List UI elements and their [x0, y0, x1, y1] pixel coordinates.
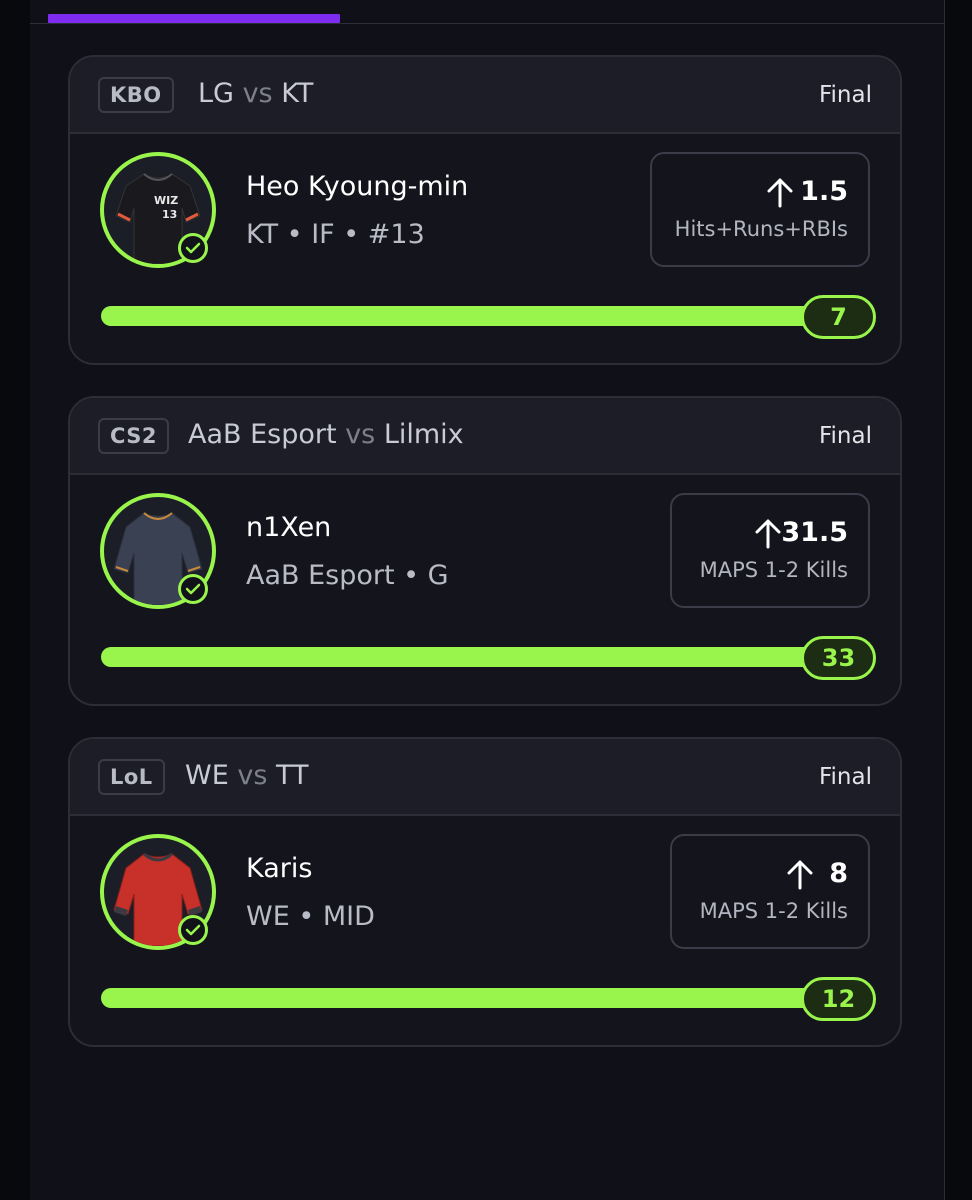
actual-result-badge: 7 [801, 295, 876, 339]
player-name: Heo Kyoung-min [246, 171, 469, 202]
vs-label: vs [237, 760, 268, 791]
line-value: 31.5 [781, 517, 848, 548]
game-status: Final [818, 82, 872, 108]
arrow-up-icon [787, 860, 813, 890]
pick-card[interactable]: LoL WE vs TT Final Karis WE • MID 8 MAPS… [68, 737, 902, 1047]
card-header: LoL WE vs TT Final [70, 739, 900, 816]
active-tab-indicator [48, 14, 340, 23]
team-a: WE [185, 760, 229, 791]
jersey-text: WIZ [154, 194, 178, 207]
actual-result-badge: 33 [801, 636, 876, 680]
matchup: AaB Esport vs Lilmix [188, 417, 464, 453]
projection-box: 8 MAPS 1-2 Kills [670, 834, 870, 949]
stat-type: MAPS 1-2 Kills [699, 899, 848, 923]
league-badge: KBO [98, 77, 174, 113]
player-meta: KT • IF • #13 [246, 219, 425, 250]
player-name: Karis [246, 853, 313, 884]
tab-divider [30, 23, 944, 24]
league-badge: CS2 [98, 418, 170, 454]
line-value: 1.5 [800, 176, 848, 207]
vs-label: vs [242, 78, 273, 109]
pick-card[interactable]: KBO LG vs KT Final WIZ 13 Heo Kyoung-min… [68, 55, 902, 365]
progress-fill [101, 988, 851, 1008]
vs-label: vs [345, 419, 376, 450]
projection-box: 1.5 Hits+Runs+RBIs [650, 152, 870, 267]
stat-type: Hits+Runs+RBIs [674, 217, 848, 241]
left-gutter [0, 0, 30, 1200]
player-name: n1Xen [246, 512, 332, 543]
matchup: LG vs KT [198, 76, 313, 112]
player-meta: AaB Esport • G [246, 560, 449, 591]
progress-fill [101, 306, 851, 326]
card-header: CS2 AaB Esport vs Lilmix Final [70, 398, 900, 475]
team-b: KT [281, 78, 314, 109]
right-gutter [944, 0, 972, 1200]
check-circle-icon [178, 915, 208, 945]
matchup: WE vs TT [185, 758, 309, 794]
game-status: Final [818, 764, 872, 790]
progress-fill [101, 647, 851, 667]
check-circle-icon [178, 574, 208, 604]
player-meta: WE • MID [246, 901, 375, 932]
projection-box: 31.5 MAPS 1-2 Kills [670, 493, 870, 608]
progress-track [101, 647, 851, 667]
check-circle-icon [178, 233, 208, 263]
team-a: AaB Esport [188, 419, 337, 450]
game-status: Final [818, 423, 872, 449]
jersey-number: 13 [162, 208, 177, 221]
actual-result-badge: 12 [801, 977, 876, 1021]
team-b: Lilmix [383, 419, 464, 450]
team-a: LG [198, 78, 234, 109]
stat-type: MAPS 1-2 Kills [699, 558, 848, 582]
arrow-up-icon [755, 519, 781, 549]
pick-card[interactable]: CS2 AaB Esport vs Lilmix Final n1Xen AaB… [68, 396, 902, 706]
progress-track [101, 988, 851, 1008]
line-value: 8 [829, 858, 848, 889]
league-badge: LoL [98, 759, 165, 795]
arrow-up-icon [767, 178, 793, 208]
team-b: TT [276, 760, 309, 791]
card-header: KBO LG vs KT Final [70, 57, 900, 134]
progress-track [101, 306, 851, 326]
